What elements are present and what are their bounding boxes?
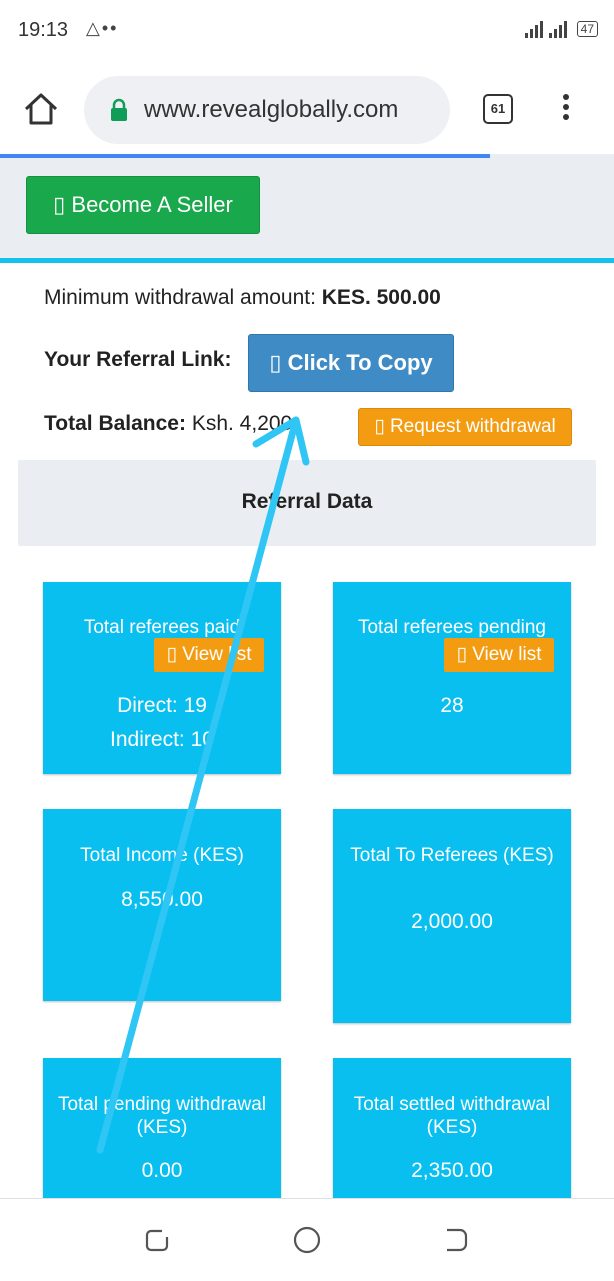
request-withdrawal-button[interactable]: ▯ Request withdrawal — [358, 408, 572, 446]
url-text: www.revealglobally.com — [144, 96, 399, 123]
top-section: ▯ Become A Seller — [0, 154, 614, 260]
card-total-income: Total Income (KES) 8,550.00 — [43, 809, 281, 1001]
card-title: Total settled withdrawal (KES) — [353, 1094, 551, 1138]
card-referees-pending: Total referees pending ▯ View list 28 — [333, 582, 571, 774]
status-bar: 19:13 △•• 47 — [0, 0, 614, 62]
overflow-menu-icon[interactable] — [556, 94, 576, 124]
become-seller-button[interactable]: ▯ Become A Seller — [26, 176, 260, 234]
signal-icon — [524, 21, 567, 38]
card-title: Total To Referees (KES) — [350, 845, 554, 866]
recent-apps-icon[interactable] — [142, 1225, 172, 1255]
home-icon[interactable] — [22, 90, 60, 128]
min-withdrawal-line: Minimum withdrawal amount: KES. 500.00 — [44, 286, 441, 310]
referral-link-label: Your Referral Link: — [44, 348, 232, 371]
total-balance-label: Total Balance: — [44, 412, 186, 435]
pending-count: 28 — [440, 694, 464, 717]
home-nav-icon[interactable] — [292, 1225, 322, 1255]
browser-toolbar: www.revealglobally.com 61 — [0, 62, 614, 154]
battery-icon: 47 — [576, 21, 598, 37]
settled-withdrawal-value: 2,350.00 — [411, 1159, 493, 1182]
income-value: 8,550.00 — [121, 888, 203, 911]
total-balance-value: Ksh. 4,200 — [191, 412, 293, 435]
notification-icons: △•• — [86, 18, 119, 38]
min-withdrawal-value: KES. 500.00 — [321, 286, 441, 309]
section-divider — [0, 258, 614, 263]
card-title: Total pending withdrawal (KES) — [57, 1094, 267, 1138]
card-settled-withdrawal: Total settled withdrawal (KES) 2,350.00 — [333, 1058, 571, 1208]
indirect-count: Indirect: 10 — [110, 728, 214, 751]
direct-count: Direct: 19 — [117, 694, 207, 717]
status-time: 19:13 — [18, 19, 69, 41]
card-title: Total referees paid — [83, 617, 241, 638]
address-bar[interactable]: www.revealglobally.com — [84, 76, 450, 144]
total-balance-line: Total Balance: Ksh. 4,200 — [44, 412, 292, 436]
lock-icon — [111, 98, 127, 121]
system-nav-bar — [0, 1198, 614, 1281]
to-referees-value: 2,000.00 — [411, 910, 493, 933]
tab-switcher-button[interactable]: 61 — [483, 94, 513, 124]
view-list-button[interactable]: ▯ View list — [154, 638, 264, 672]
card-pending-withdrawal: Total pending withdrawal (KES) 0.00 — [43, 1058, 281, 1208]
card-referees-paid: Total referees paid ▯ View list Direct: … — [43, 582, 281, 774]
page-load-progress — [0, 154, 490, 158]
back-icon[interactable] — [441, 1225, 471, 1255]
view-list-button[interactable]: ▯ View list — [444, 638, 554, 672]
referral-data-title: Referral Data — [241, 490, 373, 513]
referral-link-line: Your Referral Link: — [44, 348, 231, 372]
pending-withdrawal-value: 0.00 — [141, 1159, 183, 1182]
card-title: Total referees pending — [357, 617, 546, 638]
copy-referral-link-button[interactable]: ▯ Click To Copy — [248, 334, 454, 392]
min-withdrawal-label: Minimum withdrawal amount: — [44, 286, 322, 309]
referral-data-panel: Referral Data — [18, 460, 596, 546]
card-title: Total Income (KES) — [80, 845, 244, 866]
card-total-to-referees: Total To Referees (KES) 2,000.00 — [333, 809, 571, 1023]
status-icons-right: 47 — [524, 19, 598, 39]
